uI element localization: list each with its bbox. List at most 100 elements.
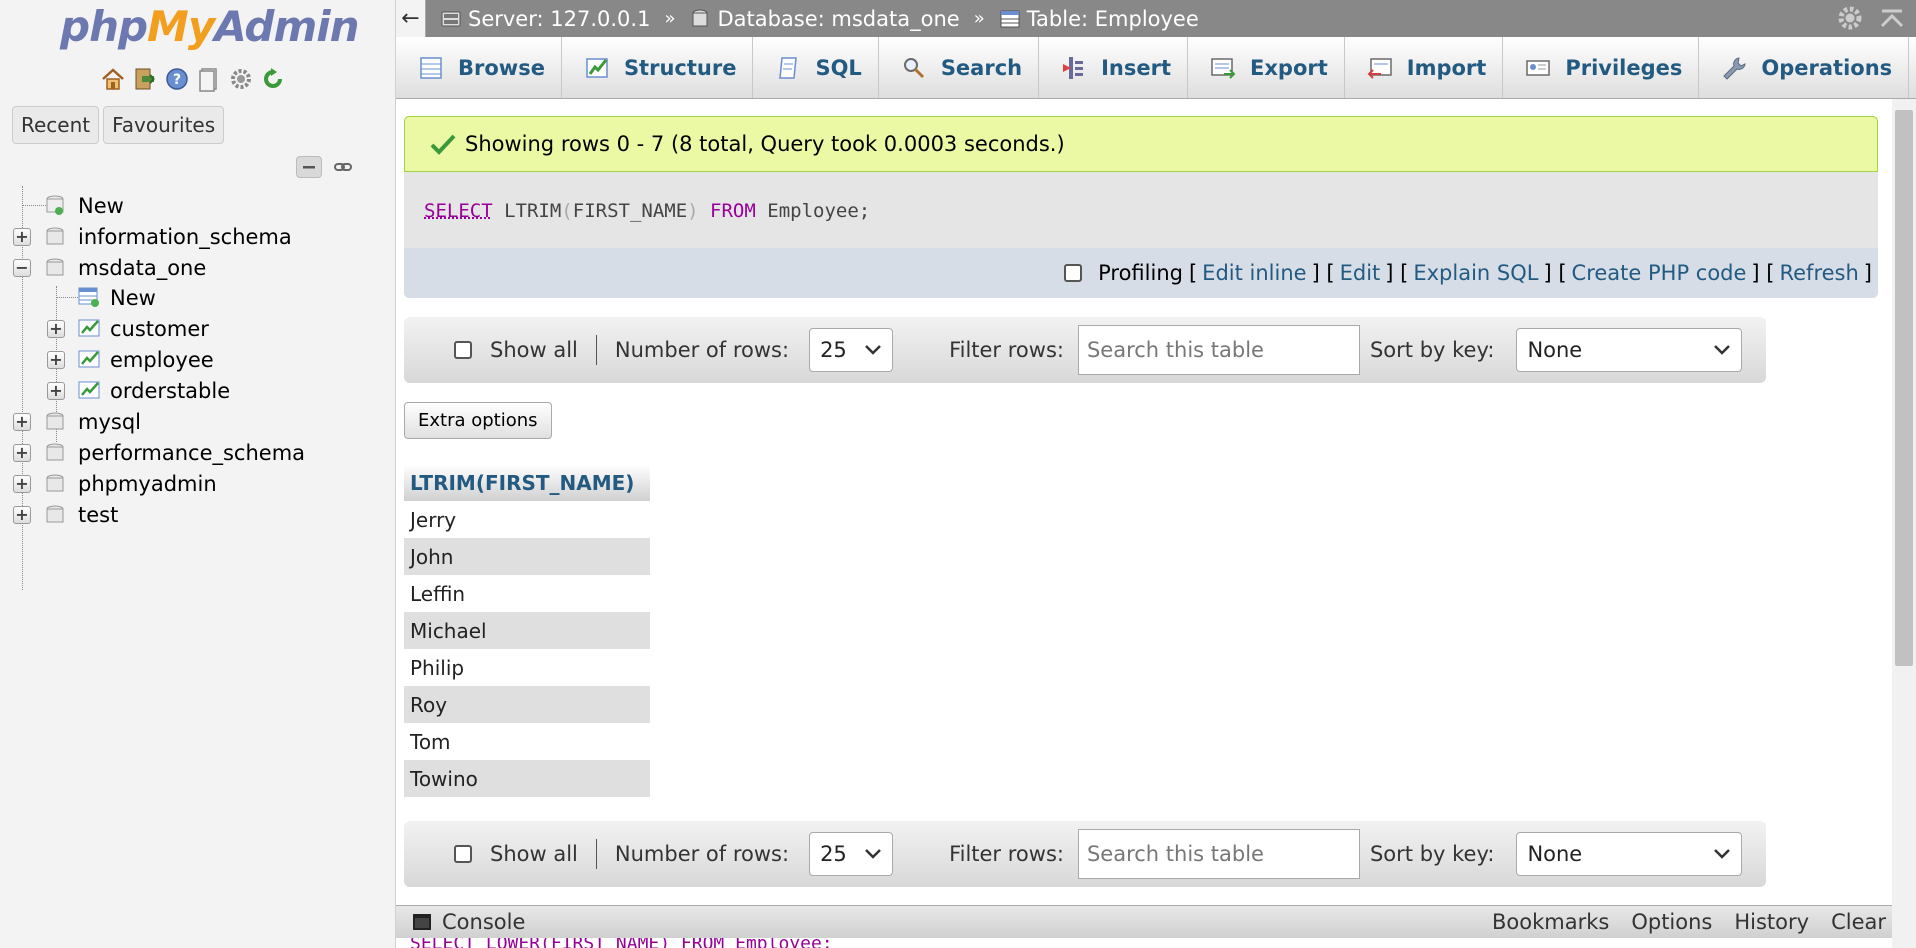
expand-icon[interactable]: +: [13, 506, 31, 524]
tree-item-orderstable[interactable]: + orderstable: [0, 375, 380, 407]
tab-structure[interactable]: Structure: [562, 37, 754, 98]
main-content: Showing rows 0 - 7 (8 total, Query took …: [396, 99, 1892, 909]
tree-item-label: New: [110, 286, 156, 310]
tab-label: Privileges: [1565, 55, 1683, 80]
scrollbar-thumb[interactable]: [1895, 110, 1913, 666]
console-history-link[interactable]: History: [1734, 910, 1809, 934]
table-cell[interactable]: Roy: [404, 686, 650, 723]
chevron-down-icon: [865, 849, 881, 859]
help-icon[interactable]: ?: [164, 66, 190, 92]
show-all-checkbox[interactable]: [454, 341, 472, 359]
expand-icon[interactable]: +: [47, 351, 65, 369]
expand-icon[interactable]: +: [13, 444, 31, 462]
bracket: ] [: [1311, 261, 1335, 285]
explain-sql-link[interactable]: Explain SQL: [1413, 261, 1538, 285]
tab-more[interactable]: Mo: [1909, 37, 1916, 98]
expand-icon[interactable]: +: [13, 228, 31, 246]
table-cell[interactable]: Tom: [404, 723, 650, 760]
console-toggle[interactable]: Console: [412, 910, 525, 934]
tree-item-mysql[interactable]: + mysql: [0, 406, 380, 438]
tree-item-msdata-one[interactable]: − msdata_one: [0, 252, 380, 284]
extra-options-button[interactable]: Extra options: [404, 402, 552, 439]
number-of-rows-select[interactable]: 25: [809, 832, 894, 876]
settings-gear-icon[interactable]: [228, 66, 254, 92]
profiling-checkbox[interactable]: [1064, 264, 1083, 282]
tree-item-new-database[interactable]: New: [0, 190, 380, 222]
console-actions: Bookmarks Options History Clear: [1492, 910, 1886, 934]
expand-icon[interactable]: +: [13, 475, 31, 493]
tab-browse[interactable]: Browse: [396, 37, 562, 98]
browse-icon: [420, 56, 442, 79]
console-options-link[interactable]: Options: [1631, 910, 1712, 934]
tree-item-performance-schema[interactable]: + performance_schema: [0, 437, 380, 469]
phpmyadmin-logo[interactable]: phpMyAdmin: [60, 2, 360, 51]
table-cell[interactable]: Philip: [404, 649, 650, 686]
sort-by-key-select[interactable]: None: [1516, 328, 1743, 372]
sort-by-key-select[interactable]: None: [1516, 832, 1743, 876]
table-cell[interactable]: Leffin: [404, 575, 650, 612]
favourites-tab[interactable]: Favourites: [103, 106, 225, 144]
console-clear-link[interactable]: Clear: [1831, 910, 1886, 934]
link-with-main-panel-button[interactable]: [330, 156, 356, 178]
edit-inline-link[interactable]: Edit inline: [1202, 261, 1306, 285]
breadcrumb-table[interactable]: Table: Employee: [999, 7, 1199, 31]
expand-icon[interactable]: +: [47, 320, 65, 338]
table-cell[interactable]: Michael: [404, 612, 650, 649]
edit-link[interactable]: Edit: [1340, 261, 1381, 285]
table-cell[interactable]: Jerry: [404, 501, 650, 538]
filter-rows-input[interactable]: Search this table: [1077, 325, 1360, 375]
tab-operations[interactable]: Operations: [1699, 37, 1910, 98]
logout-icon[interactable]: [132, 66, 158, 92]
logo-text-php: php: [60, 2, 148, 51]
table-structure-icon: [78, 381, 100, 399]
expand-icon[interactable]: +: [13, 413, 31, 431]
tree-item-information-schema[interactable]: + information_schema: [0, 221, 380, 253]
console-history-preview: SELECT LOWER(FIRST_NAME) FROM Employee;: [396, 938, 1892, 948]
breadcrumb-table-label: Table: Employee: [1026, 6, 1199, 31]
tree-item-customer[interactable]: + customer: [0, 313, 380, 345]
table-cell[interactable]: Towino: [404, 760, 650, 797]
breadcrumb-server[interactable]: Server: 127.0.0.1: [440, 7, 650, 31]
tab-export[interactable]: Export: [1188, 37, 1345, 98]
console-bookmarks-link[interactable]: Bookmarks: [1492, 910, 1609, 934]
sql-query-options: Profiling [ Edit inline ] [ Edit ] [ Exp…: [404, 248, 1878, 298]
settings-gear-icon[interactable]: [1836, 4, 1864, 32]
number-of-rows-select[interactable]: 25: [809, 328, 894, 372]
tree-item-test[interactable]: + test: [0, 499, 380, 531]
filter-rows-input[interactable]: Search this table: [1077, 829, 1360, 879]
tab-import[interactable]: Import: [1345, 37, 1504, 98]
create-php-code-link[interactable]: Create PHP code: [1572, 261, 1747, 285]
collapse-all-button[interactable]: [296, 156, 322, 178]
tree-item-label: employee: [110, 348, 214, 372]
tree-item-phpmyadmin[interactable]: + phpmyadmin: [0, 468, 380, 500]
nav-tools: [296, 156, 356, 178]
sql-icon: [779, 56, 798, 79]
column-header-ltrim-first-name[interactable]: LTRIM(FIRST_NAME): [404, 465, 650, 501]
refresh-link[interactable]: Refresh: [1779, 261, 1858, 285]
collapse-top-menu-icon[interactable]: [1878, 4, 1906, 32]
sql-keyword-from: FROM: [710, 200, 756, 222]
tab-search[interactable]: Search: [879, 37, 1040, 98]
expand-icon[interactable]: +: [47, 382, 65, 400]
table-cell[interactable]: John: [404, 538, 650, 575]
tab-sql[interactable]: SQL: [753, 37, 879, 98]
documentation-icon[interactable]: [196, 66, 222, 92]
console-bar[interactable]: Console Bookmarks Options History Clear: [396, 905, 1892, 938]
tree-item-employee[interactable]: + employee: [0, 344, 380, 376]
tab-label: Export: [1250, 55, 1328, 80]
home-icon[interactable]: [100, 66, 126, 92]
show-all-checkbox[interactable]: [454, 845, 472, 863]
structure-icon: [586, 57, 608, 78]
breadcrumb-database[interactable]: Database: msdata_one: [689, 7, 960, 31]
reload-icon[interactable]: [260, 66, 286, 92]
chevron-down-icon: [1714, 345, 1731, 355]
sql-keyword-select[interactable]: SELECT: [424, 200, 493, 222]
privileges-icon: [1526, 59, 1551, 76]
tree-item-new-table[interactable]: New: [0, 282, 380, 314]
tab-insert[interactable]: Insert: [1039, 37, 1189, 98]
sql-query-display[interactable]: SELECT LTRIM(FIRST_NAME) FROM Employee;: [404, 172, 1878, 248]
collapse-icon[interactable]: −: [13, 259, 31, 277]
collapse-navigation-button[interactable]: ←: [396, 0, 426, 37]
recent-tab[interactable]: Recent: [12, 106, 100, 144]
tab-privileges[interactable]: Privileges: [1503, 37, 1700, 98]
